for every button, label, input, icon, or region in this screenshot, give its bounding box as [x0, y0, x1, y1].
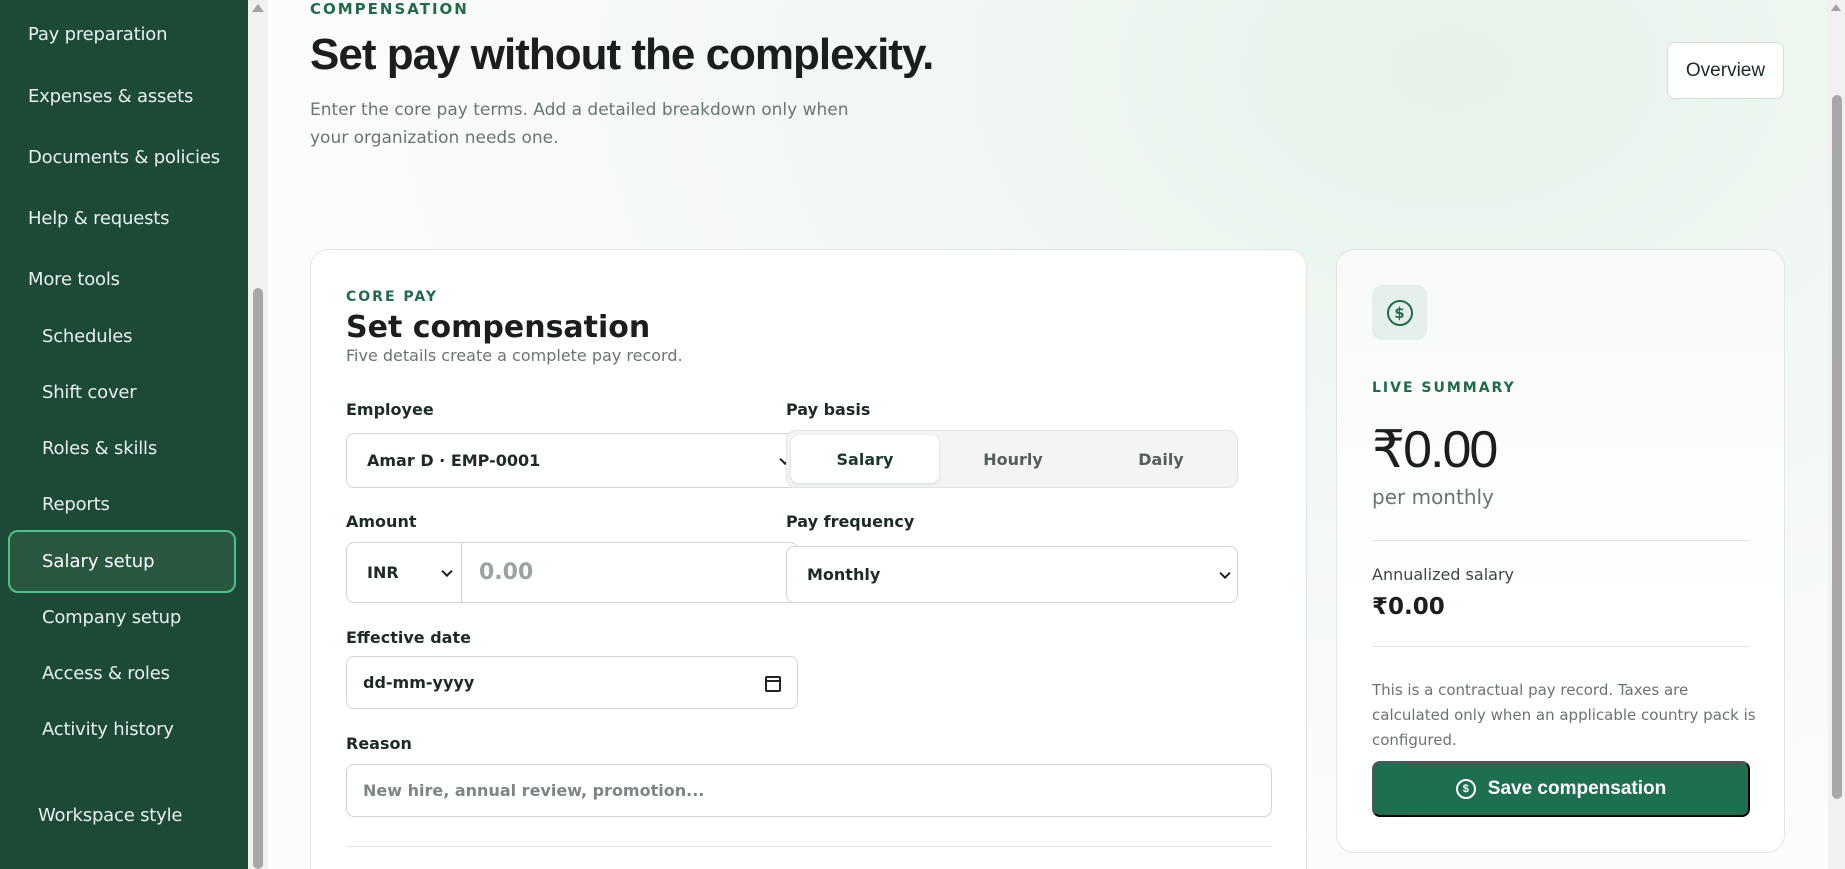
sidebar-item-workspace-style[interactable]: Workspace style [38, 805, 182, 826]
divider [1372, 646, 1750, 647]
calendar-icon[interactable] [765, 676, 781, 692]
effective-date-placeholder: dd-mm-yyyy [363, 673, 475, 692]
annualized-salary-label: Annualized salary [1372, 565, 1514, 584]
live-summary-card: $ LIVE SUMMARY ₹0.00 per monthly Annuali… [1336, 249, 1785, 853]
employee-label: Employee [346, 400, 434, 419]
summary-note: This is a contractual pay record. Taxes … [1372, 681, 1756, 749]
summary-eyebrow: LIVE SUMMARY [1372, 380, 1516, 396]
pay-basis-toggle: Salary Hourly Daily [786, 430, 1238, 488]
chevron-down-icon [441, 565, 453, 577]
sidebar-scrollbar-thumb[interactable] [253, 288, 263, 869]
sidebar-item-shift-cover[interactable]: Shift cover [42, 382, 137, 403]
page-eyebrow: COMPENSATION [310, 0, 469, 18]
pay-frequency-label: Pay frequency [786, 512, 915, 531]
main-content: COMPENSATION Set pay without the complex… [268, 0, 1845, 869]
page-scrollbar-thumb[interactable] [1832, 95, 1842, 799]
sidebar-item-label: Salary setup [42, 551, 155, 572]
reason-label: Reason [346, 734, 412, 753]
chevron-down-icon [1219, 567, 1231, 579]
annualized-salary-value: ₹0.00 [1372, 594, 1445, 620]
summary-icon-box: $ [1372, 285, 1427, 340]
pay-basis-salary[interactable]: Salary [791, 435, 939, 483]
save-compensation-button[interactable]: $ Save compensation [1372, 761, 1750, 817]
sidebar-item-schedules[interactable]: Schedules [42, 326, 132, 347]
pay-basis-hourly[interactable]: Hourly [939, 435, 1087, 483]
reason-input[interactable]: New hire, annual review, promotion... [346, 764, 1272, 817]
sidebar-item-company-setup[interactable]: Company setup [42, 607, 181, 628]
dollar-coin-icon: $ [1455, 779, 1476, 799]
sidebar-item-documents-policies[interactable]: Documents & policies [28, 147, 220, 168]
employee-value: Amar D · EMP-0001 [367, 451, 541, 470]
summary-amount: ₹0.00 [1372, 421, 1498, 479]
employee-select[interactable]: Amar D · EMP-0001 [346, 433, 798, 488]
scroll-up-arrow-icon[interactable] [252, 4, 264, 12]
card-eyebrow: CORE PAY [346, 289, 439, 305]
divider [346, 846, 1272, 847]
sidebar-item-reports[interactable]: Reports [42, 494, 110, 515]
amount-input[interactable]: 0.00 [479, 560, 533, 585]
effective-date-input[interactable]: dd-mm-yyyy [346, 656, 798, 709]
sidebar-item-pay-preparation[interactable]: Pay preparation [28, 24, 168, 45]
amount-label: Amount [346, 512, 417, 531]
page-subtitle: Enter the core pay terms. Add a detailed… [310, 100, 849, 148]
currency-value: INR [367, 563, 399, 582]
pay-frequency-select[interactable]: Monthly [786, 546, 1238, 603]
sidebar-item-more-tools[interactable]: More tools [28, 269, 120, 290]
summary-period: per monthly [1372, 485, 1494, 509]
effective-date-label: Effective date [346, 628, 471, 647]
dollar-coin-icon: $ [1386, 299, 1413, 326]
sidebar-item-help-requests[interactable]: Help & requests [28, 208, 170, 229]
amount-group: INR 0.00 [346, 542, 798, 603]
sidebar-item-roles-skills[interactable]: Roles & skills [42, 438, 157, 459]
sidebar-item-expenses-assets[interactable]: Expenses & assets [28, 86, 193, 107]
scroll-up-arrow-icon[interactable] [1831, 4, 1841, 11]
divider [1372, 540, 1750, 541]
pay-basis-label: Pay basis [786, 400, 871, 419]
overview-button[interactable]: Overview [1667, 42, 1784, 99]
pay-basis-daily[interactable]: Daily [1087, 435, 1235, 483]
page-title: Set pay without the complexity. [310, 30, 934, 79]
sidebar: Pay preparation Expenses & assets Docume… [0, 0, 248, 869]
pay-frequency-value: Monthly [807, 565, 881, 584]
card-subtitle: Five details create a complete pay recor… [346, 346, 683, 365]
sidebar-item-access-roles[interactable]: Access & roles [42, 663, 170, 684]
save-compensation-label: Save compensation [1487, 778, 1667, 799]
card-title: Set compensation [346, 310, 651, 345]
sidebar-item-salary-setup[interactable]: Salary setup [8, 530, 236, 593]
currency-select[interactable]: INR [347, 543, 462, 602]
sidebar-item-activity-history[interactable]: Activity history [42, 719, 174, 740]
core-pay-card: CORE PAY Set compensation Five details c… [310, 249, 1307, 869]
